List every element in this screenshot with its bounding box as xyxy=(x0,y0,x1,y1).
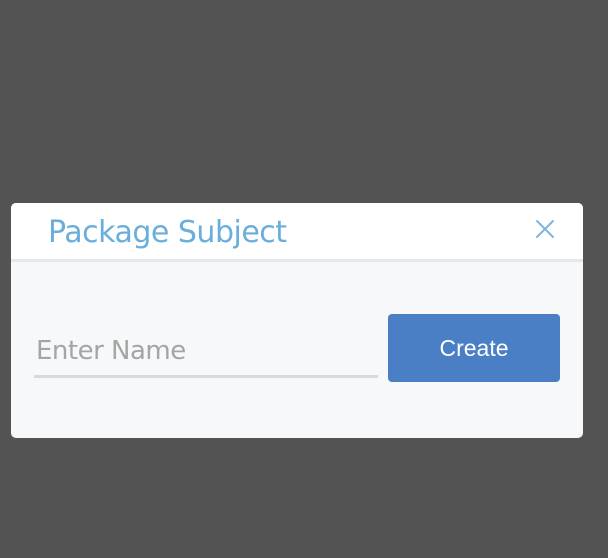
create-button[interactable]: Create xyxy=(388,314,560,382)
dialog-body: Create xyxy=(11,262,583,438)
close-button[interactable] xyxy=(531,215,559,243)
dialog-title: Package Subject xyxy=(48,215,287,250)
name-input[interactable] xyxy=(34,326,378,378)
dialog-header: Package Subject xyxy=(11,203,583,262)
package-subject-dialog: Package Subject Create xyxy=(11,203,583,438)
close-icon xyxy=(536,220,554,238)
